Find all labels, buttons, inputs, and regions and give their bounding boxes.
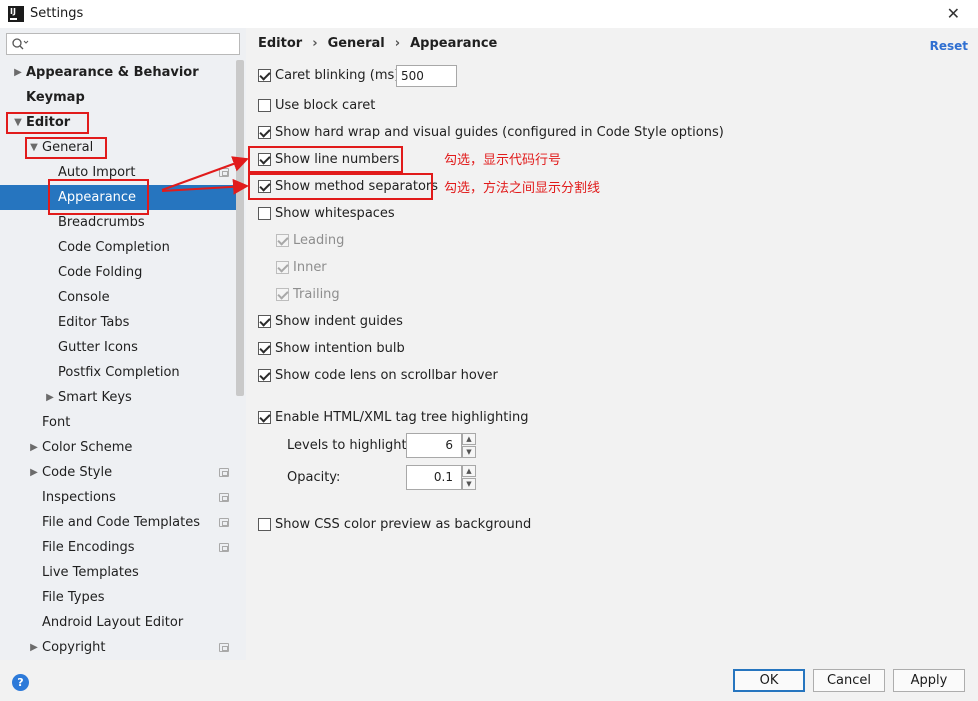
annotation-arrow-line-numbers bbox=[161, 156, 249, 191]
annotation-arrows bbox=[161, 156, 249, 195]
dialog-footer: ? OK Cancel Apply bbox=[0, 660, 978, 701]
cancel-button[interactable]: Cancel bbox=[813, 669, 885, 692]
annotation-arrow-method-separators bbox=[161, 178, 249, 195]
apply-button[interactable]: Apply bbox=[893, 669, 965, 692]
annotation-line-numbers-note: 勾选，显示代码行号 bbox=[444, 153, 562, 168]
ok-button[interactable]: OK bbox=[733, 669, 805, 692]
help-icon[interactable]: ? bbox=[12, 674, 29, 691]
annotation-method-separators-note: 勾选，方法之间显示分割线 bbox=[444, 181, 601, 196]
